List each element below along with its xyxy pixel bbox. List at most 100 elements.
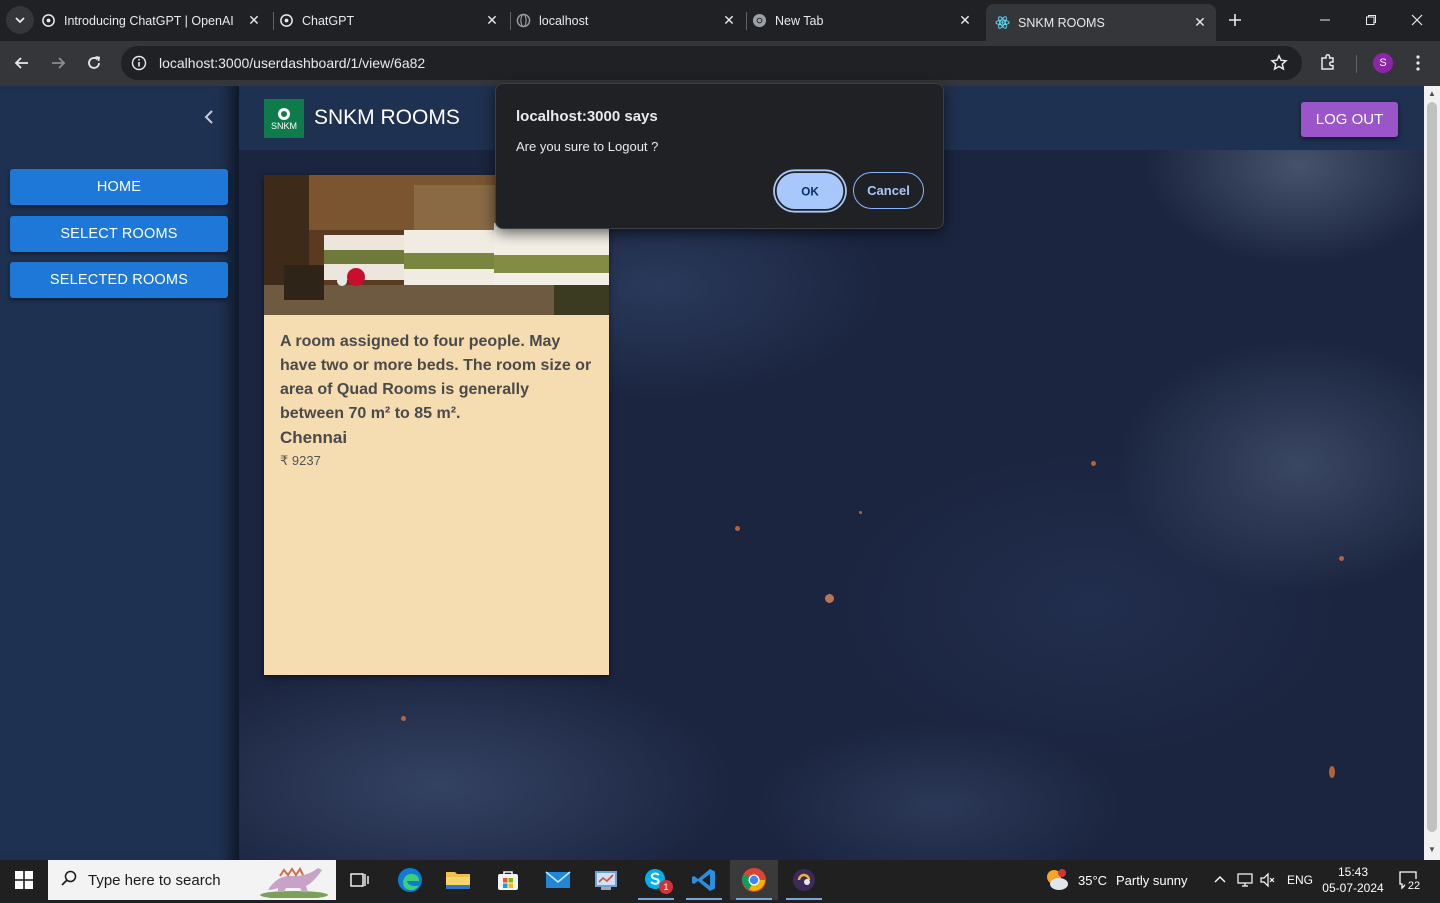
- dialog-ok-button[interactable]: OK: [774, 171, 846, 211]
- back-button[interactable]: [8, 49, 36, 77]
- forward-arrow-icon: [52, 57, 66, 69]
- close-icon: [1411, 14, 1423, 26]
- logout-button[interactable]: LOG OUT: [1301, 102, 1398, 137]
- tab-separator: [510, 12, 511, 30]
- close-tab-icon[interactable]: ✕: [246, 12, 262, 29]
- chevron-down-icon: [15, 17, 25, 24]
- tab-title: Introducing ChatGPT | OpenAI: [64, 13, 234, 28]
- windows-taskbar: Type here to search 1 35°C Partly sunny: [0, 860, 1440, 900]
- bookmark-star-icon[interactable]: [1270, 54, 1288, 77]
- weather-temp[interactable]: 35°C: [1078, 873, 1107, 888]
- taskbar-store[interactable]: [484, 860, 532, 900]
- profile-avatar[interactable]: S: [1373, 53, 1393, 73]
- room-description: A room assigned to four people. May have…: [280, 333, 592, 422]
- background-speck: [825, 594, 834, 603]
- site-info-icon[interactable]: [129, 55, 149, 71]
- chrome-icon: [751, 13, 767, 29]
- room-price: ₹ 9237: [280, 453, 321, 468]
- clock-time: 15:43: [1337, 865, 1369, 879]
- chrome-menu-icon[interactable]: [1410, 53, 1426, 73]
- back-arrow-icon: [14, 57, 28, 69]
- vscode-icon: [692, 869, 715, 891]
- brand-title: SNKM ROOMS: [314, 106, 460, 129]
- restore-button[interactable]: [1348, 0, 1394, 40]
- close-tab-icon[interactable]: ✕: [484, 12, 500, 29]
- logo-mark-icon: [278, 107, 290, 120]
- taskbar-vscode[interactable]: [680, 860, 728, 900]
- forward-button[interactable]: [44, 49, 72, 77]
- tab-separator: [746, 12, 747, 30]
- sidebar-item-select-rooms[interactable]: SELECT ROOMS: [10, 216, 228, 252]
- background-speck: [401, 716, 406, 721]
- extensions-puzzle-icon[interactable]: [1318, 52, 1338, 77]
- reload-icon: [88, 56, 101, 69]
- start-button[interactable]: [0, 860, 48, 900]
- openai-icon: [278, 13, 294, 29]
- confirm-dialog: localhost:3000 says Are you sure to Logo…: [495, 83, 944, 229]
- input-language[interactable]: ENG: [1287, 873, 1313, 887]
- taskbar-file-explorer[interactable]: [434, 860, 482, 900]
- weather-desc[interactable]: Partly sunny: [1116, 873, 1188, 888]
- close-tab-icon[interactable]: ✕: [957, 12, 973, 29]
- browser-tab[interactable]: Introducing ChatGPT | OpenAI ✕: [40, 0, 270, 41]
- minimize-button[interactable]: [1302, 0, 1348, 40]
- room-city: Chennai: [280, 428, 348, 447]
- dialog-cancel-button[interactable]: Cancel: [853, 172, 924, 209]
- tab-title: ChatGPT: [302, 13, 355, 28]
- taskbar-mail[interactable]: [534, 860, 582, 900]
- store-icon: [498, 871, 518, 890]
- taskbar-skype[interactable]: 1: [632, 860, 680, 900]
- folder-icon: [446, 872, 470, 889]
- edge-icon: [398, 868, 422, 892]
- browser-tab[interactable]: ChatGPT ✕: [278, 0, 508, 41]
- task-view-icon: [350, 873, 369, 887]
- skype-badge: 1: [659, 880, 673, 894]
- collapse-sidebar-icon[interactable]: [204, 110, 214, 127]
- taskbar-control-panel[interactable]: [582, 860, 630, 900]
- background-speck: [1339, 556, 1344, 561]
- taskbar-edge[interactable]: [386, 860, 434, 900]
- taskbar-chrome[interactable]: [730, 860, 778, 900]
- scroll-thumb[interactable]: [1427, 102, 1437, 832]
- tab-search-button[interactable]: [6, 6, 34, 34]
- browser-tab[interactable]: localhost ✕: [515, 0, 745, 41]
- sidebar-item-selected-rooms[interactable]: SELECTED ROOMS: [10, 262, 228, 298]
- close-tab-icon[interactable]: ✕: [721, 12, 737, 29]
- network-icon[interactable]: [1236, 872, 1254, 893]
- address-bar[interactable]: localhost:3000/userdashboard/1/view/6a82: [121, 46, 1302, 80]
- new-tab-button[interactable]: [1223, 8, 1247, 32]
- search-icon: [60, 869, 80, 892]
- tab-separator: [273, 12, 274, 30]
- volume-muted-icon[interactable]: [1260, 872, 1276, 893]
- sidebar-item-home[interactable]: HOME: [10, 169, 228, 205]
- system-clock[interactable]: 15:43 05-07-2024: [1318, 864, 1388, 896]
- scroll-down-icon[interactable]: ▼: [1428, 846, 1436, 854]
- browser-tab[interactable]: New Tab ✕: [751, 0, 981, 41]
- background-speck: [859, 511, 862, 514]
- mail-icon: [545, 871, 571, 888]
- chrome-icon: [742, 868, 766, 892]
- background-speck: [1091, 461, 1096, 466]
- windows-logo-icon: [15, 871, 33, 889]
- weather-icon[interactable]: [1044, 867, 1070, 898]
- page-scrollbar[interactable]: ▲ ▼: [1424, 86, 1440, 860]
- clock-date: 05-07-2024: [1322, 881, 1384, 895]
- browser-tab-active[interactable]: SNKM ROOMS ✕: [986, 4, 1216, 41]
- taskbar-app-extra[interactable]: [780, 860, 828, 900]
- background-speck: [735, 526, 740, 531]
- task-view-button[interactable]: [336, 860, 384, 900]
- dialog-message: Are you sure to Logout ?: [516, 139, 659, 154]
- taskbar-search-box[interactable]: Type here to search: [48, 860, 336, 900]
- room-card[interactable]: A room assigned to four people. May have…: [264, 175, 609, 675]
- close-window-button[interactable]: [1394, 0, 1440, 40]
- background-speck: [1329, 766, 1335, 778]
- scroll-up-icon[interactable]: ▲: [1428, 90, 1436, 98]
- globe-icon: [515, 13, 531, 29]
- plus-icon: [1229, 14, 1241, 26]
- openai-icon: [40, 13, 56, 29]
- browser-toolbar: localhost:3000/userdashboard/1/view/6a82: [0, 41, 1440, 86]
- reload-button[interactable]: [80, 49, 108, 77]
- show-hidden-icons-icon[interactable]: [1214, 873, 1226, 891]
- close-tab-icon[interactable]: ✕: [1192, 14, 1208, 31]
- sidebar: HOME SELECT ROOMS SELECTED ROOMS: [0, 86, 239, 860]
